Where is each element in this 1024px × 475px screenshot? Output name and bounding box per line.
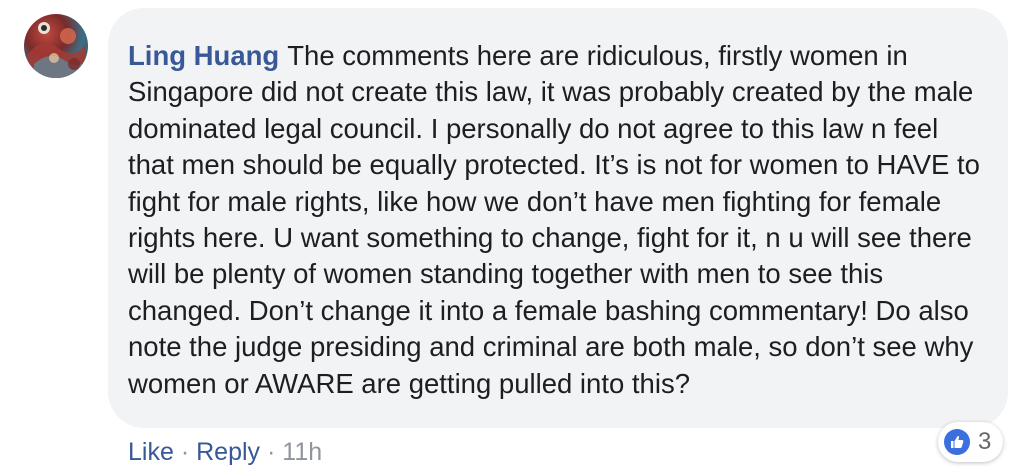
timestamp[interactable]: 11h <box>282 438 322 466</box>
comment-actions: Like · Reply · 11h <box>128 437 322 467</box>
comment-bubble: Ling Huang The comments here are ridiculo… <box>108 8 1008 428</box>
like-link[interactable]: Like <box>128 438 174 466</box>
author-name-link[interactable]: Ling Huang <box>128 40 279 71</box>
comment: Ling Huang The comments here are ridiculo… <box>0 0 1024 475</box>
comment-text: The comments here are ridiculous, firstl… <box>128 40 980 399</box>
thumbs-up-icon <box>944 429 970 455</box>
avatar-image <box>28 22 88 78</box>
action-separator: · <box>266 438 276 466</box>
reaction-count: 3 <box>978 428 992 455</box>
action-separator: · <box>180 438 190 466</box>
reply-link[interactable]: Reply <box>196 438 260 466</box>
avatar[interactable] <box>24 14 88 78</box>
reaction-summary[interactable]: 3 <box>938 422 1004 462</box>
comment-body: Ling Huang The comments here are ridiculo… <box>128 38 990 402</box>
